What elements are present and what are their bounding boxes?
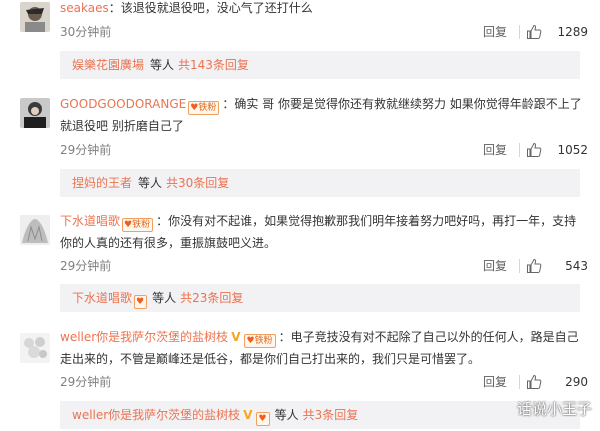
sub-reply-username[interactable]: 下水道唱歌 — [72, 291, 132, 305]
sub-replies-box[interactable]: 捏妈的王者 等人 共30条回复 — [60, 169, 580, 197]
like-button[interactable]: 1052 — [526, 140, 588, 160]
watermark: 话说小王子 — [516, 400, 592, 418]
comment-username[interactable]: seakaes — [60, 1, 109, 15]
fan-badge-label: 铁粉 — [198, 103, 217, 113]
like-count: 290 — [565, 375, 588, 389]
fan-badge: ♥铁粉 — [244, 334, 276, 348]
sub-reply-total[interactable]: 共3条回复 — [303, 408, 359, 422]
comment-username[interactable]: GOODGOODORANGE — [60, 97, 186, 111]
comment-meta: 30分钟前 回复 1289 — [60, 22, 588, 42]
sub-replies-box[interactable]: weller你是我萨尔茨堡的盐树枝 V ♥ 等人 共3条回复 — [60, 401, 580, 429]
heart-icon: ♥ — [258, 414, 267, 424]
sub-reply-username[interactable]: 捏妈的王者 — [72, 176, 132, 190]
thumbs-up-icon — [527, 24, 542, 39]
verified-v-icon: V — [231, 330, 241, 344]
sub-reply-others: 等人 — [138, 176, 163, 190]
avatar[interactable] — [20, 333, 50, 363]
fan-badge-label: 铁粉 — [132, 220, 151, 230]
comment-text: seakaes：该退役就退役吧，没心气了还打什么 — [60, 0, 588, 19]
comment-body: ：该退役就退役吧，没心气了还打什么 — [108, 1, 313, 15]
reply-button[interactable]: 回复 — [483, 140, 507, 160]
sub-reply-others: 等人 — [274, 408, 299, 422]
comment-time: 29分钟前 — [60, 259, 112, 273]
sub-replies-box[interactable]: 下水道唱歌 ♥ 等人 共23条回复 — [60, 284, 580, 312]
comment-text: GOODGOODORANGE ♥铁粉 ：确实 哥 你要是觉得你还有救就继续努力 如果… — [60, 93, 588, 137]
sub-replies-summary: 下水道唱歌 ♥ 等人 共23条回复 — [72, 284, 243, 312]
sub-replies-box[interactable]: 娱樂花園廣場 等人 共143条回复 — [60, 51, 580, 79]
sub-replies-summary: 娱樂花園廣場 等人 共143条回复 — [72, 51, 249, 79]
comment-time: 30分钟前 — [60, 25, 112, 39]
reply-button[interactable]: 回复 — [483, 22, 507, 42]
fan-badge: ♥铁粉 — [122, 218, 154, 232]
like-count: 1289 — [557, 25, 588, 39]
reply-button[interactable]: 回复 — [483, 256, 507, 276]
like-button[interactable]: 1289 — [526, 22, 588, 42]
like-button[interactable]: 290 — [526, 372, 588, 392]
like-button[interactable]: 543 — [526, 256, 588, 276]
comment-time: 29分钟前 — [60, 143, 112, 157]
sub-replies-summary: 捏妈的王者 等人 共30条回复 — [72, 169, 229, 197]
avatar[interactable] — [20, 2, 50, 32]
heart-icon: ♥ — [124, 220, 133, 230]
divider — [519, 143, 520, 157]
comment-text: weller你是我萨尔茨堡的盐树枝 V ♥铁粉 ：电子竞技没有对不起除了自己以外的任何… — [60, 326, 588, 370]
comment-username[interactable]: 下水道唱歌 — [60, 214, 120, 228]
verified-v-icon: V — [243, 408, 253, 422]
heart-icon: ♥ — [246, 336, 255, 346]
thumbs-up-icon — [527, 142, 542, 157]
thumbs-up-icon — [527, 258, 542, 273]
sub-reply-total[interactable]: 共23条回复 — [180, 291, 243, 305]
heart-icon: ♥ — [136, 297, 145, 307]
comment-meta: 29分钟前 回复 290 — [60, 372, 588, 392]
reply-button[interactable]: 回复 — [483, 372, 507, 392]
comment-meta: 29分钟前 回复 1052 — [60, 140, 588, 160]
comment-meta: 29分钟前 回复 543 — [60, 256, 588, 276]
fan-badge: ♥ — [256, 412, 270, 426]
divider — [519, 375, 520, 389]
like-count: 543 — [565, 259, 588, 273]
fan-badge: ♥ — [134, 295, 148, 309]
sub-reply-username[interactable]: weller你是我萨尔茨堡的盐树枝 — [72, 408, 240, 422]
like-count: 1052 — [557, 143, 588, 157]
comment-text: 下水道唱歌 ♥铁粉 ：你没有对不起谁，如果觉得抱歉那我们明年接着努力吧好吗，再打一年… — [60, 210, 588, 254]
fan-badge: ♥铁粉 — [188, 101, 220, 115]
sub-replies-summary: weller你是我萨尔茨堡的盐树枝 V ♥ 等人 共3条回复 — [72, 401, 358, 429]
comment-username[interactable]: weller你是我萨尔茨堡的盐树枝 — [60, 330, 228, 344]
divider — [519, 259, 520, 273]
sub-reply-total[interactable]: 共30条回复 — [166, 176, 229, 190]
divider — [519, 25, 520, 39]
sub-reply-total[interactable]: 共143条回复 — [178, 58, 249, 72]
sub-reply-others: 等人 — [152, 291, 177, 305]
thumbs-up-icon — [527, 374, 542, 389]
sub-reply-username[interactable]: 娱樂花園廣場 — [72, 58, 144, 72]
sub-reply-others: 等人 — [150, 58, 175, 72]
avatar[interactable] — [20, 215, 50, 245]
avatar[interactable] — [20, 98, 50, 128]
comment-time: 29分钟前 — [60, 375, 112, 389]
fan-badge-label: 铁粉 — [254, 336, 273, 346]
